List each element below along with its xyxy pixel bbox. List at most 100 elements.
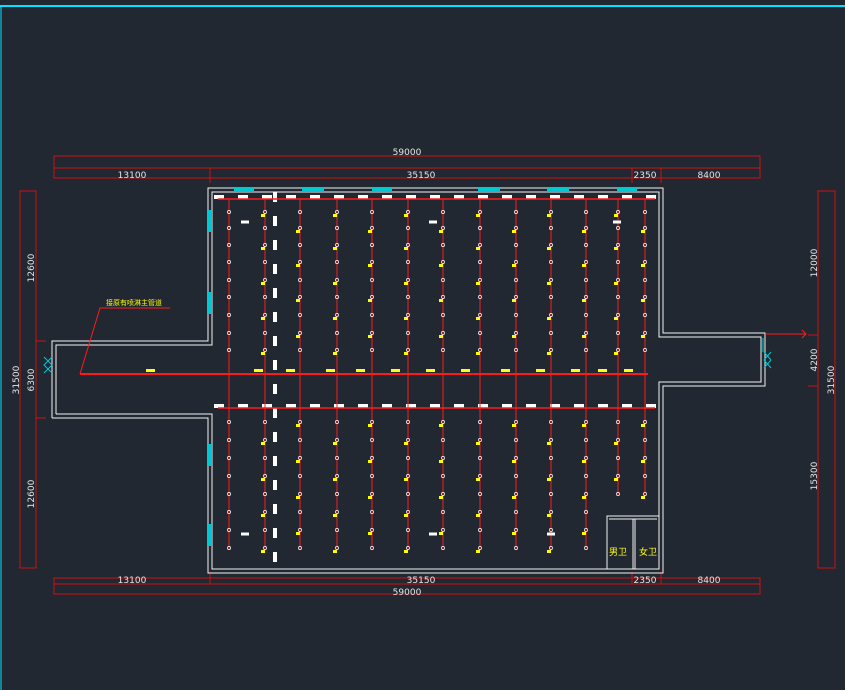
sprinkler-label-mark	[476, 214, 480, 217]
sprinkler-label-mark	[547, 514, 551, 517]
sprinkler-label-mark	[512, 532, 516, 535]
dim-top-overall: 59000	[393, 148, 422, 158]
sprinkler-label-mark	[439, 230, 443, 233]
sprinkler-label-mark	[547, 282, 551, 285]
dim-top-left: 13100	[118, 171, 147, 181]
sprinkler-label-mark	[476, 550, 480, 553]
room-label-womens: 女卫	[639, 546, 657, 558]
dim-top-mid: 35150	[407, 171, 436, 181]
sprinkler-label-mark	[439, 335, 443, 338]
sprinkler-label-mark	[333, 247, 337, 250]
dim-left-top: 12600	[27, 253, 37, 282]
sprinkler-label-mark	[547, 247, 551, 250]
fixture-mark	[547, 532, 555, 536]
pipe-size-mark	[624, 369, 633, 372]
double-door-icon[interactable]	[762, 338, 772, 369]
sprinkler-label-mark	[641, 424, 645, 427]
sprinkler-label-mark	[296, 424, 300, 427]
sprinkler-pipes	[80, 198, 655, 550]
toilet-rooms	[606, 515, 660, 570]
sprinkler-label-mark	[547, 317, 551, 320]
sprinkler-label-mark	[547, 352, 551, 355]
sprinkler-label-mark	[547, 442, 551, 445]
sprinkler-label-mark	[439, 460, 443, 463]
sprinkler-label-mark	[333, 550, 337, 553]
pipe-size-mark	[536, 369, 545, 372]
dim-left-bottom: 12600	[27, 479, 37, 508]
sprinkler-label-mark	[582, 264, 586, 267]
dim-top-right-b: 8400	[698, 171, 721, 181]
sprinkler-label-mark	[261, 214, 265, 217]
sprinkler-label-mark	[512, 496, 516, 499]
pipe-size-mark	[254, 369, 263, 372]
sprinkler-label-mark	[404, 282, 408, 285]
sprinkler-label-mark	[582, 460, 586, 463]
sprinkler-label-mark	[296, 299, 300, 302]
sprinkler-label-mark	[404, 352, 408, 355]
fixture-mark	[613, 220, 621, 224]
sprinkler-label-mark	[641, 496, 645, 499]
sprinkler-label-mark	[404, 550, 408, 553]
dim-top-right-a: 2350	[634, 171, 657, 181]
sprinkler-label-mark	[296, 335, 300, 338]
sprinkler-label-mark	[512, 299, 516, 302]
sprinkler-label-mark	[404, 442, 408, 445]
sprinkler-label-mark	[368, 532, 372, 535]
double-door-icon[interactable]	[43, 356, 53, 374]
sprinkler-label-mark	[512, 460, 516, 463]
pipe-size-mark	[461, 369, 470, 372]
sprinkler-label-mark	[582, 496, 586, 499]
sprinkler-label-mark	[641, 299, 645, 302]
sprinkler-label-mark	[333, 442, 337, 445]
sprinkler-label-mark	[547, 550, 551, 553]
dim-bottom-overall: 59000	[393, 588, 422, 598]
sprinkler-label-mark	[582, 424, 586, 427]
sprinkler-label-mark	[641, 335, 645, 338]
sprinkler-label-mark	[261, 514, 265, 517]
sprinkler-label-mark	[512, 230, 516, 233]
sprinkler-label-mark	[404, 478, 408, 481]
dim-bottom-right-b: 8400	[698, 576, 721, 586]
sprinkler-label-mark	[333, 514, 337, 517]
sprinkler-label-mark	[614, 214, 618, 217]
sprinkler-label-mark	[261, 352, 265, 355]
sprinkler-label-mark	[547, 478, 551, 481]
pipe-size-mark	[286, 369, 295, 372]
pipe-size-mark	[391, 369, 400, 372]
dim-left-overall: 31500	[12, 365, 22, 394]
dim-bottom-left: 13100	[118, 576, 147, 586]
sprinkler-label-mark	[512, 335, 516, 338]
pipe-size-mark	[356, 369, 365, 372]
pipe-size-mark	[571, 369, 580, 372]
sprinkler-label-mark	[641, 460, 645, 463]
sprinkler-label-mark	[368, 264, 372, 267]
dim-right-top: 12000	[810, 248, 820, 277]
sprinkler-label-mark	[476, 442, 480, 445]
sprinkler-label-mark	[512, 264, 516, 267]
sprinkler-label-mark	[614, 352, 618, 355]
dim-left-mid: 6300	[27, 368, 37, 391]
sprinkler-label-mark	[368, 460, 372, 463]
sprinkler-label-mark	[476, 514, 480, 517]
sprinkler-label-mark	[261, 282, 265, 285]
sprinkler-label-mark	[582, 335, 586, 338]
sprinkler-label-mark	[296, 264, 300, 267]
sprinkler-label-mark	[404, 214, 408, 217]
sprinkler-label-mark	[368, 496, 372, 499]
cad-floor-plan: 59000 13100 35150 2350 8400 13100 35150 …	[0, 5, 845, 690]
sprinkler-label-mark	[547, 214, 551, 217]
sprinkler-label-mark	[404, 514, 408, 517]
windows	[207, 187, 637, 546]
dashed-grid-lines	[214, 192, 659, 569]
sprinkler-label-mark	[368, 299, 372, 302]
fixture-mark	[241, 532, 249, 536]
dim-right-overall: 31500	[827, 365, 837, 394]
dim-right-bottom: 15300	[810, 461, 820, 490]
sprinkler-label-mark	[476, 478, 480, 481]
sprinkler-label-mark	[368, 230, 372, 233]
sprinkler-label-mark	[296, 460, 300, 463]
sprinkler-heads	[146, 210, 647, 553]
pipe-size-mark	[426, 369, 435, 372]
sprinkler-label-mark	[261, 550, 265, 553]
sprinkler-label-mark	[261, 317, 265, 320]
